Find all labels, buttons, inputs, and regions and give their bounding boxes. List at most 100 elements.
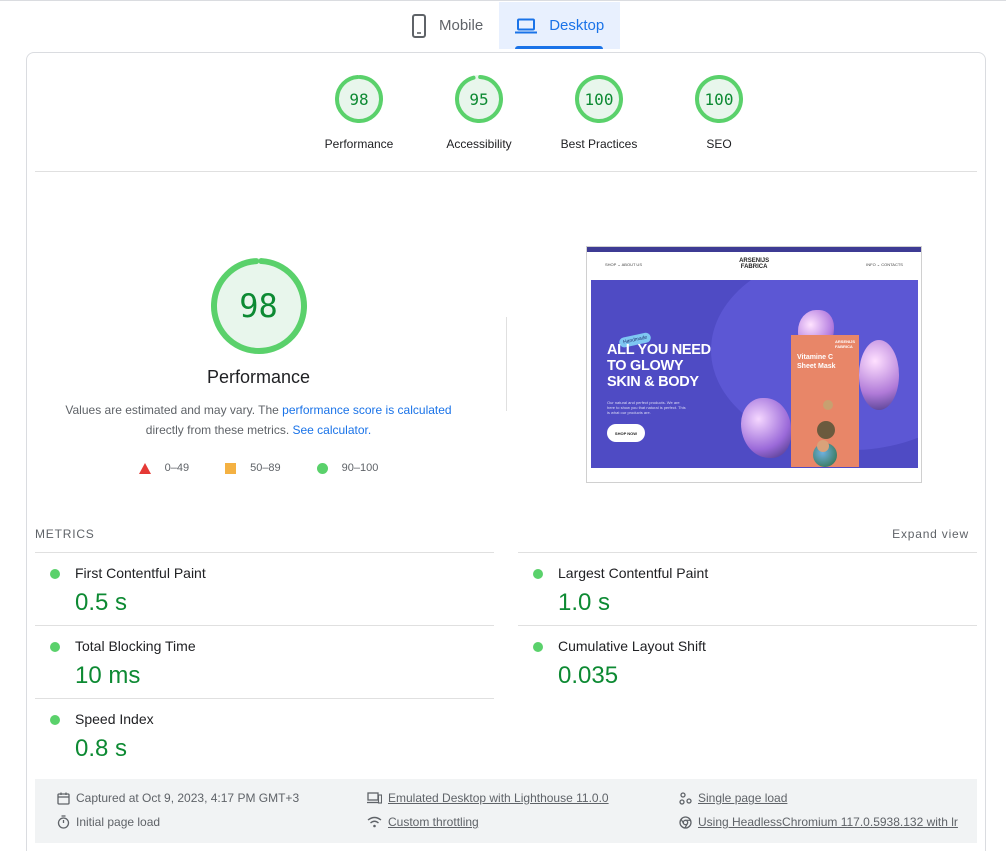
tab-desktop-label: Desktop (549, 17, 605, 34)
box-brand-line: FABRICA (835, 344, 853, 349)
legend-label: 0–49 (164, 462, 190, 474)
box-title-line: Vitamine C (797, 354, 834, 361)
top-border (0, 0, 1006, 1)
browser-link[interactable]: Using HeadlessChromium 117.0.5938.132 wi… (698, 815, 958, 829)
runtime-settings: Captured at Oct 9, 2023, 4:17 PM GMT+3 I… (35, 779, 977, 843)
metrics-column-right: Largest Contentful Paint 1.0 s Cumulative… (518, 552, 977, 698)
gauge-performance[interactable]: 98 Performance (299, 75, 419, 151)
hero-title: ALL YOU NEED TO GLOWY SKIN & BODY (607, 342, 711, 390)
score-gauges: 98 Performance 95 Accessibility 100 Best… (299, 75, 779, 151)
metric-name: Speed Index (75, 711, 154, 727)
thumb-nav: SHOP ⌄ ABOUT US ARSENIJS FABRICA INFO ⌄ C… (587, 252, 921, 276)
gauge-label: Best Practices (560, 137, 638, 151)
gauge-label: SEO (706, 137, 732, 151)
calendar-icon (57, 792, 70, 805)
brand-line: FABRICA (740, 264, 768, 270)
vertical-divider (506, 317, 507, 411)
tab-desktop[interactable]: Desktop (499, 2, 621, 49)
metric-value: 0.8 s (75, 735, 128, 762)
desc-text: Values are estimated and may vary. The (65, 403, 283, 417)
metric-largest-contentful-paint: Largest Contentful Paint 1.0 s (518, 552, 977, 625)
square-icon (225, 462, 237, 474)
thumb-brand: ARSENIJS FABRICA (739, 258, 769, 270)
gauge-score: 100 (584, 89, 614, 109)
legend-pass: 90–100 (316, 462, 379, 474)
report-card: 98 Performance 95 Accessibility 100 Best… (26, 52, 986, 851)
final-screenshot[interactable]: SHOP ⌄ ABOUT US ARSENIJS FABRICA INFO ⌄ C… (586, 246, 922, 483)
metrics-header: METRICS Expand view (35, 527, 969, 541)
thumb-nav-right: INFO ⌄ CONTACTS (866, 261, 903, 267)
tab-mobile-label: Mobile (439, 17, 484, 34)
thumb-nav-left: SHOP ⌄ ABOUT US (605, 261, 642, 267)
box-brand: ARSENIJS FABRICA (835, 339, 855, 349)
device-tabs: Mobile Desktop (395, 2, 621, 49)
legend-label: 90–100 (341, 462, 379, 474)
pass-dot-icon (50, 569, 60, 579)
box-title: Vitamine C Sheet Mask (797, 353, 836, 371)
metric-value: 0.5 s (75, 589, 128, 616)
single-load-link[interactable]: Single page load (698, 791, 787, 805)
tab-mobile[interactable]: Mobile (395, 2, 499, 49)
metric-value: 0.035 (558, 662, 619, 689)
metric-name: Cumulative Layout Shift (558, 638, 706, 654)
score-legend: 0–49 50–89 90–100 (27, 462, 490, 474)
captured-at: Captured at Oct 9, 2023, 4:17 PM GMT+3 (57, 791, 299, 805)
metric-value: 1.0 s (558, 589, 611, 616)
chrome-icon (679, 815, 692, 829)
divider (35, 171, 977, 172)
gauge-score: 95 (469, 89, 489, 109)
initial-page-load: Initial page load (57, 815, 160, 829)
pass-dot-icon (50, 715, 60, 725)
gauge-accessibility[interactable]: 95 Accessibility (419, 75, 539, 151)
metrics-column-left: First Contentful Paint 0.5 s Total Blocki… (35, 552, 494, 771)
metric-speed-index: Speed Index 0.8 s (35, 698, 494, 771)
metric-name: First Contentful Paint (75, 565, 206, 581)
pass-dot-icon (533, 642, 543, 652)
nodes-icon (679, 791, 692, 805)
browser-info[interactable]: Using HeadlessChromium 117.0.5938.132 wi… (679, 815, 958, 829)
metric-name: Total Blocking Time (75, 638, 196, 654)
shop-now-button: SHOP NOW (607, 424, 645, 442)
thumb-hero: ARSENIJS FABRICA Vitamine C Sheet Mask Han… (591, 280, 918, 468)
metrics-title: METRICS (35, 527, 95, 541)
wifi-icon (367, 816, 382, 828)
phone-icon (411, 13, 427, 38)
throttling-link[interactable]: Custom throttling (388, 815, 479, 829)
metric-total-blocking-time: Total Blocking Time 10 ms (35, 625, 494, 698)
hero-title-line: TO GLOWY (607, 358, 684, 374)
emulated-link[interactable]: Emulated Desktop with Lighthouse 11.0.0 (388, 791, 609, 805)
metric-cumulative-layout-shift: Cumulative Layout Shift 0.035 (518, 625, 977, 698)
legend-label: 50–89 (250, 462, 281, 474)
pass-dot-icon (533, 569, 543, 579)
legend-fail: 0–49 (138, 462, 190, 474)
performance-title: Performance (206, 367, 311, 387)
planet-decoration (823, 400, 833, 410)
gauge-seo[interactable]: 100 SEO (659, 75, 779, 151)
captured-text: Captured at Oct 9, 2023, 4:17 PM GMT+3 (76, 791, 300, 805)
box-title-line: Sheet Mask (797, 363, 836, 370)
planet-decoration (817, 421, 835, 439)
chrome-blob (859, 340, 899, 410)
gauge-best-practices[interactable]: 100 Best Practices (539, 75, 659, 151)
devices-icon (367, 792, 382, 804)
chrome-blob (741, 398, 791, 458)
gauge-label: Performance (324, 137, 394, 151)
score-calculated-link[interactable]: performance score is calculated (282, 403, 451, 417)
hero-title-line: ALL YOU NEED (607, 342, 711, 358)
planet-decoration (817, 440, 829, 452)
gauge-label: Accessibility (446, 137, 512, 151)
triangle-icon (138, 462, 151, 474)
timer-icon (57, 815, 70, 829)
metric-first-contentful-paint: First Contentful Paint 0.5 s (35, 552, 494, 625)
desc-text: directly from these metrics. (145, 423, 293, 437)
metric-name: Largest Contentful Paint (558, 565, 709, 581)
legend-average: 50–89 (225, 462, 281, 474)
initial-load-text: Initial page load (76, 815, 161, 829)
hero-subtext: Our natural and perfect products. We are… (607, 400, 686, 415)
throttling[interactable]: Custom throttling (367, 815, 479, 829)
circle-icon (316, 462, 328, 474)
single-page-load[interactable]: Single page load (679, 791, 787, 805)
expand-view-button[interactable]: Expand view (892, 527, 969, 541)
see-calculator-link[interactable]: See calculator. (292, 423, 371, 437)
emulated-device[interactable]: Emulated Desktop with Lighthouse 11.0.0 (367, 791, 609, 805)
